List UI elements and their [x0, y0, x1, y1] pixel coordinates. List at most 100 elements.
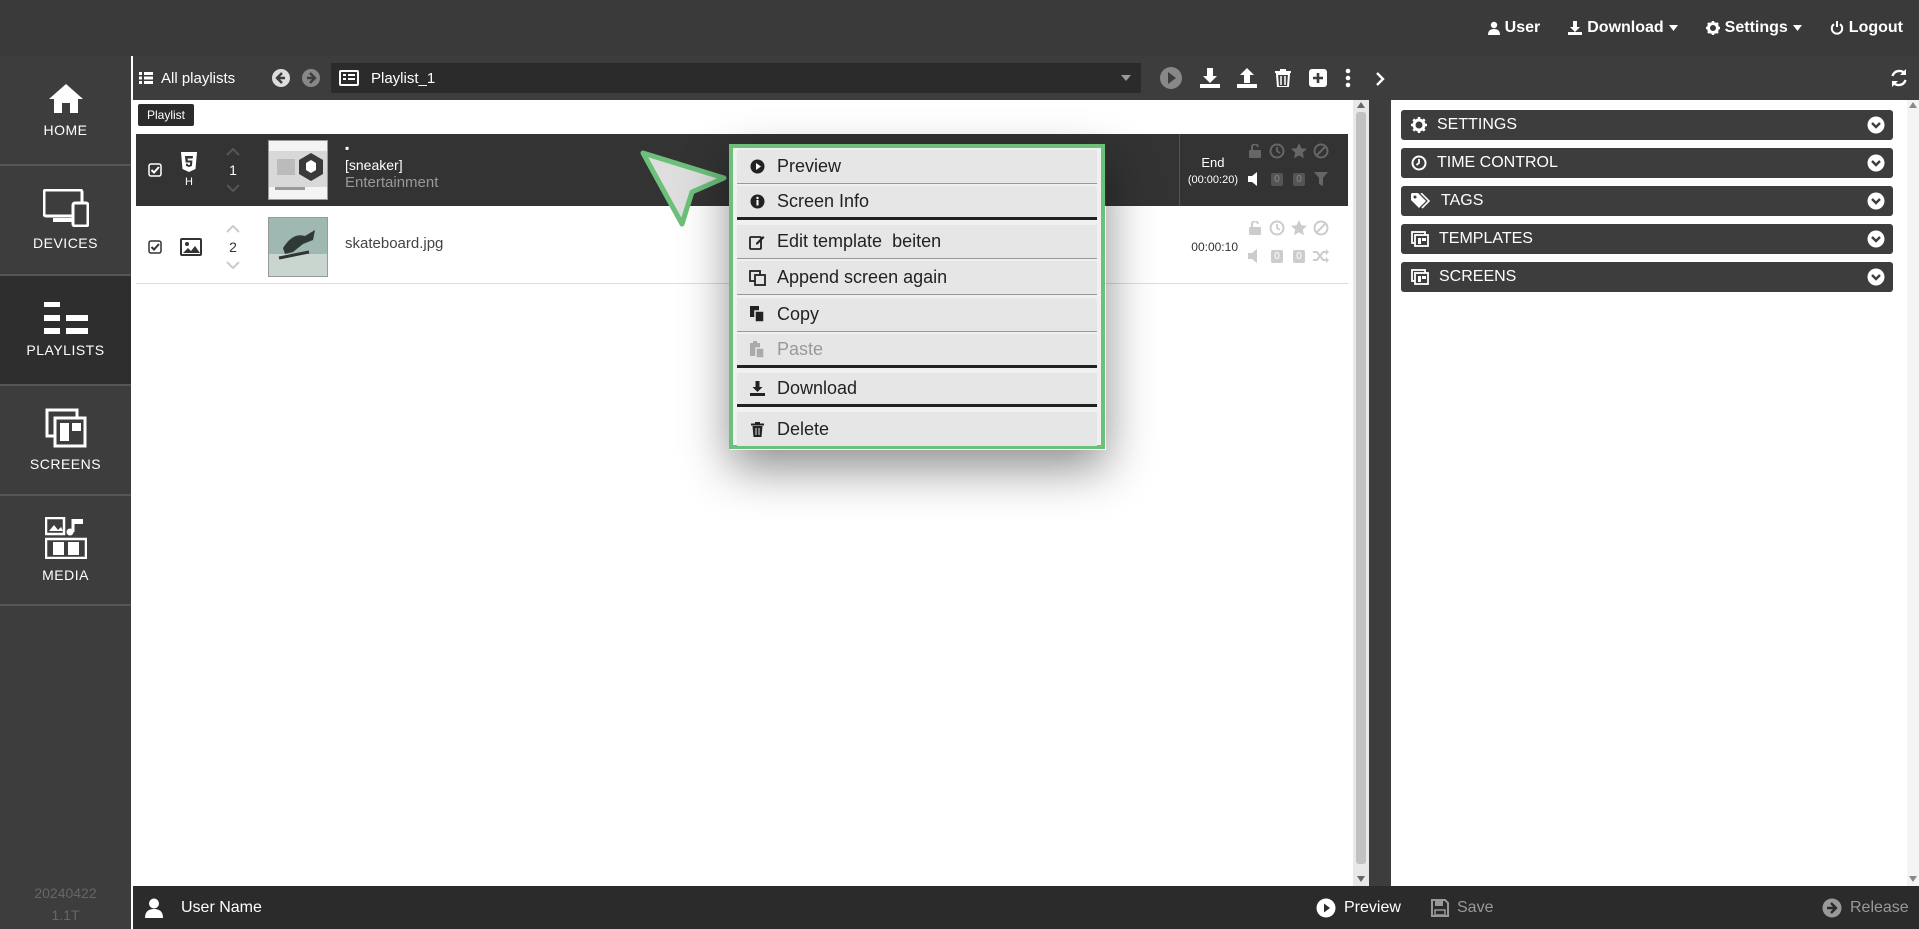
scroll-up-arrow-icon[interactable]: [1909, 102, 1917, 108]
delete-playlist-button[interactable]: [1271, 66, 1295, 90]
play-circle-icon: [750, 159, 764, 174]
right-panel-scrollbar[interactable]: [1907, 100, 1919, 886]
panel-divider[interactable]: [1369, 56, 1391, 886]
home-icon: [48, 84, 83, 113]
sidebar-item-playlists[interactable]: PLAYLISTS: [0, 276, 131, 386]
sidebar-item-media[interactable]: MEDIA: [0, 496, 131, 606]
sidebar-item-home[interactable]: HOME: [0, 56, 131, 166]
back-button[interactable]: [269, 66, 293, 90]
filter-toggle[interactable]: [1310, 170, 1332, 188]
row-index: 2: [229, 239, 237, 255]
forward-button[interactable]: [299, 66, 323, 90]
scroll-up-arrow-icon[interactable]: [1357, 102, 1365, 108]
playlist-select[interactable]: Playlist_1: [331, 63, 1141, 93]
playlist-toolbar: All playlists Playlist_1: [133, 56, 1369, 100]
type-indicator: [180, 211, 202, 283]
preview-button[interactable]: Preview: [1316, 886, 1401, 929]
user-icon: [1487, 21, 1500, 35]
context-item-label: Paste: [777, 339, 824, 359]
counter-1[interactable]: 0: [1266, 247, 1288, 265]
row-checkbox[interactable]: [148, 211, 162, 283]
refresh-icon[interactable]: [1889, 68, 1909, 88]
arrow-right-circle-icon: [302, 69, 320, 87]
save-label: Save: [1457, 898, 1494, 916]
settings-menu-label: Settings: [1724, 19, 1788, 36]
context-item-delete[interactable]: Delete: [737, 412, 1097, 446]
logout-button[interactable]: Logout: [1830, 19, 1903, 37]
more-options-button[interactable]: [1336, 66, 1360, 90]
scroll-down-arrow-icon[interactable]: [1909, 876, 1917, 882]
save-button[interactable]: Save: [1431, 886, 1493, 929]
volume-toggle[interactable]: [1244, 247, 1266, 265]
timer-toggle[interactable]: [1266, 219, 1288, 237]
play-playlist-button[interactable]: [1159, 66, 1183, 90]
play-circle-icon: [1316, 898, 1336, 917]
checkbox-checked-icon: [148, 163, 162, 177]
all-playlists-link[interactable]: All playlists: [139, 56, 235, 100]
row-actions: 0 0: [1244, 142, 1332, 188]
playlist-icon: [339, 70, 359, 86]
add-playlist-button[interactable]: [1306, 66, 1330, 90]
context-item-screen-info[interactable]: Screen Info: [737, 186, 1097, 220]
timer-toggle[interactable]: [1266, 142, 1288, 160]
context-item-copy[interactable]: Copy: [737, 298, 1097, 332]
block-toggle[interactable]: [1310, 142, 1332, 160]
image-icon: [180, 238, 202, 256]
chevron-up-icon[interactable]: [226, 225, 240, 233]
sidebar-item-devices[interactable]: DEVICES: [0, 166, 131, 276]
favorite-toggle[interactable]: [1288, 219, 1310, 237]
chevron-up-icon[interactable]: [226, 148, 240, 156]
section-tags[interactable]: TAGS: [1401, 186, 1893, 216]
selected-playlist-name: Playlist_1: [371, 69, 436, 87]
context-item-preview[interactable]: Preview: [737, 150, 1097, 184]
volume-toggle[interactable]: [1244, 170, 1266, 188]
current-user: User Name: [145, 886, 262, 929]
context-item-paste[interactable]: Paste: [737, 334, 1097, 368]
shuffle-toggle[interactable]: [1310, 247, 1332, 265]
paste-icon: [749, 341, 765, 358]
preview-label: Preview: [1344, 898, 1401, 916]
scroll-down-arrow-icon[interactable]: [1357, 876, 1365, 882]
download-menu[interactable]: Download: [1568, 19, 1678, 37]
counter-2[interactable]: 0: [1288, 170, 1310, 188]
thumbnail-image: [269, 141, 327, 199]
block-toggle[interactable]: [1310, 219, 1332, 237]
user-menu-label: User: [1504, 19, 1541, 36]
favorite-toggle[interactable]: [1288, 142, 1310, 160]
section-templates[interactable]: TEMPLATES: [1401, 224, 1893, 254]
edit-icon: [749, 235, 765, 250]
chevron-down-icon[interactable]: [226, 184, 240, 192]
context-item-append-screen[interactable]: Append screen again: [737, 261, 1097, 295]
download-playlist-button[interactable]: [1198, 66, 1222, 90]
gear-icon: [1411, 117, 1427, 133]
devices-icon: [42, 189, 89, 227]
settings-menu[interactable]: Settings: [1705, 19, 1802, 37]
order-control: 1: [226, 134, 240, 206]
lock-toggle[interactable]: [1244, 219, 1266, 237]
release-button[interactable]: Release: [1822, 886, 1909, 929]
section-settings[interactable]: SETTINGS: [1401, 110, 1893, 140]
upload-playlist-button[interactable]: [1235, 66, 1259, 90]
user-menu[interactable]: User: [1487, 19, 1541, 37]
sidebar-item-label: PLAYLISTS: [26, 342, 105, 358]
chevron-down-icon[interactable]: [226, 261, 240, 269]
caret-down-icon: [1668, 25, 1678, 31]
sidebar-item-screens[interactable]: SCREENS: [0, 386, 131, 496]
chevron-right-icon[interactable]: [1375, 72, 1385, 86]
section-screens[interactable]: SCREENS: [1401, 262, 1893, 292]
counter-1[interactable]: 0: [1266, 170, 1288, 188]
row-end-label: End: [1201, 154, 1225, 170]
row-checkbox[interactable]: [148, 134, 162, 206]
thumbnail-image: [269, 218, 327, 276]
sidebar-item-label: DEVICES: [33, 235, 98, 251]
context-item-download[interactable]: Download: [737, 373, 1097, 407]
context-item-label: Copy: [777, 304, 820, 324]
section-time-control[interactable]: TIME CONTROL: [1401, 148, 1893, 178]
context-item-edit-template[interactable]: Edit template beiten: [737, 225, 1097, 259]
playlist-scrollbar[interactable]: [1353, 100, 1369, 886]
section-label: SETTINGS: [1437, 116, 1518, 133]
counter-2[interactable]: 0: [1288, 247, 1310, 265]
user-icon: [145, 898, 163, 918]
scrollbar-thumb[interactable]: [1356, 112, 1366, 864]
lock-toggle[interactable]: [1244, 142, 1266, 160]
